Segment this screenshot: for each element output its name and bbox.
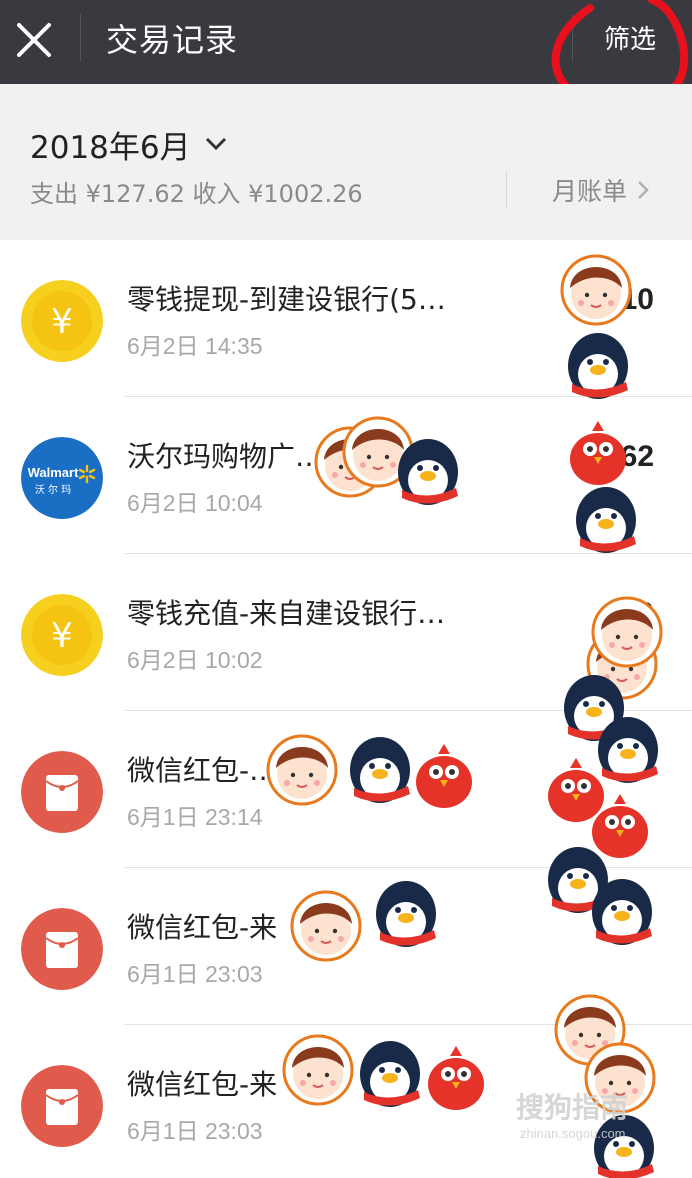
transaction-time: 6月2日 10:04 — [127, 490, 263, 516]
month-summary: 2018年6月 支出 ¥127.62 收入 ¥1002.26 月账单 — [0, 84, 692, 240]
transaction-time: 6月1日 23:03 — [127, 1118, 263, 1144]
watermark-logo: 搜狗指南 — [516, 1091, 629, 1124]
transaction-name: 零钱充值-来自建设银行… — [127, 597, 446, 630]
svg-text:沃 尔 玛: 沃 尔 玛 — [35, 483, 71, 496]
transaction-row[interactable]: ¥ 零钱充值-来自建设银行… 6月2日 10:02 10 — [0, 554, 692, 711]
close-button[interactable] — [12, 18, 56, 62]
transaction-amount: 10 — [620, 597, 654, 630]
transaction-row[interactable]: Walmart 沃 尔 玛 沃尔玛购物广… 6月2日 10:04 -62 — [0, 397, 692, 554]
transaction-time: 6月1日 23:14 — [127, 804, 263, 830]
header-divider — [80, 14, 81, 62]
transaction-row[interactable]: 微信红包-来 6月1日 23:03 — [0, 868, 692, 1025]
month-totals: 支出 ¥127.62 收入 ¥1002.26 — [30, 180, 363, 208]
coin-icon: ¥ — [21, 594, 103, 676]
summary-divider — [506, 172, 507, 208]
watermark-url: zhinan.sogou.com — [520, 1126, 626, 1141]
transaction-name: 沃尔玛购物广… — [127, 440, 324, 473]
svg-text:Walmart: Walmart — [28, 465, 79, 480]
transaction-amount: -62 — [610, 440, 654, 473]
top-bar: 交易记录 筛选 — [0, 0, 692, 84]
close-icon — [17, 23, 51, 57]
transaction-time: 6月1日 23:03 — [127, 961, 263, 987]
filter-button[interactable]: 筛选 — [604, 20, 656, 60]
transaction-list: ¥ 零钱提现-到建设银行(5… 6月2日 14:35 10 Walmart 沃 … — [0, 240, 692, 1178]
transaction-name: 微信红包-… — [127, 754, 278, 787]
red-packet-icon — [21, 751, 103, 833]
transaction-row[interactable]: ¥ 零钱提现-到建设银行(5… 6月2日 14:35 10 — [0, 240, 692, 397]
svg-text:¥: ¥ — [51, 302, 73, 342]
transaction-name: 微信红包-来 — [127, 1068, 278, 1101]
month-label: 2018年6月 — [30, 129, 191, 166]
transaction-row[interactable]: 微信红包-… 6月1日 23:14 — [0, 711, 692, 868]
chevron-down-icon — [205, 137, 226, 151]
coin-icon: ¥ — [21, 280, 103, 362]
monthly-bill-label: 月账单 — [552, 177, 628, 206]
transaction-amount: 10 — [620, 283, 654, 316]
svg-text:¥: ¥ — [51, 616, 73, 656]
red-packet-icon — [21, 908, 103, 990]
red-packet-icon — [21, 1065, 103, 1147]
transaction-name: 微信红包-来 — [127, 911, 278, 944]
page-title: 交易记录 — [106, 21, 239, 59]
transaction-amount: + — [636, 1068, 654, 1101]
monthly-bill-link[interactable]: 月账单 — [552, 172, 649, 208]
header-divider — [572, 14, 573, 62]
transaction-name: 零钱提现-到建设银行(5… — [127, 283, 446, 316]
month-selector[interactable]: 2018年6月 — [30, 124, 227, 166]
chevron-right-icon — [638, 181, 649, 199]
transaction-time: 6月2日 14:35 — [127, 333, 263, 359]
walmart-logo: Walmart 沃 尔 玛 — [21, 437, 103, 519]
transaction-time: 6月2日 10:02 — [127, 647, 263, 673]
